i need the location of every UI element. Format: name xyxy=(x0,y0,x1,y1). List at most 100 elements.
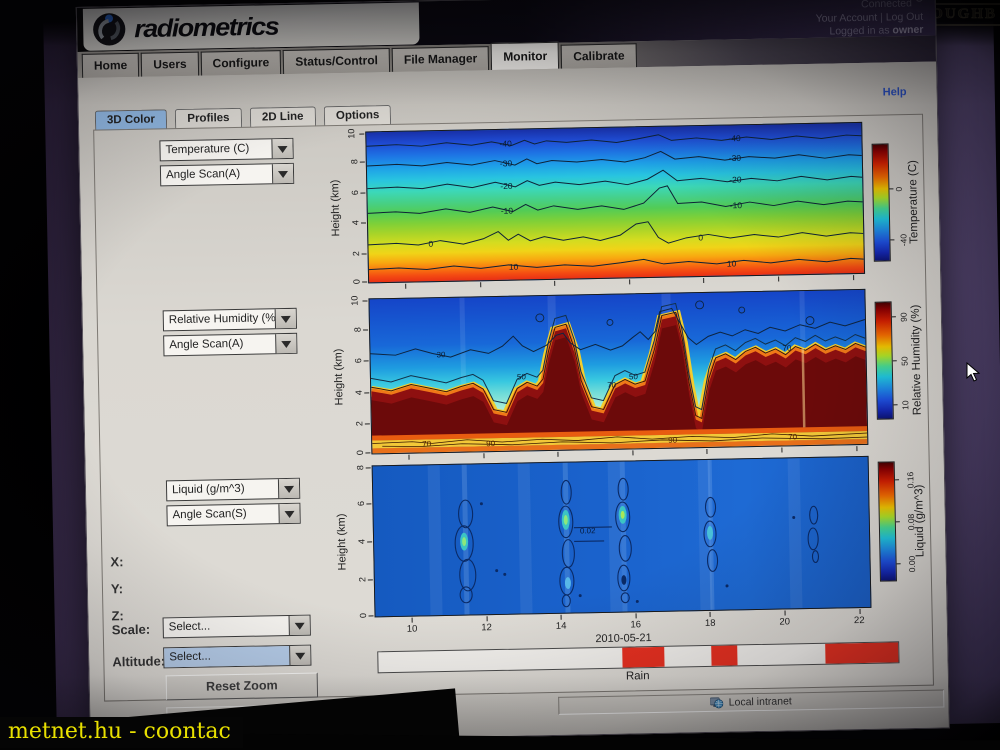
svg-text:50: 50 xyxy=(517,372,527,381)
chevron-down-icon[interactable] xyxy=(271,139,292,158)
select-value: Relative Humidity (%) xyxy=(164,309,275,330)
temperature-colorbar: -400 Temperature (C) xyxy=(872,143,891,261)
svg-text:70: 70 xyxy=(782,344,792,353)
scale-label: Scale: xyxy=(112,622,151,638)
svg-text:0.02: 0.02 xyxy=(580,526,596,535)
select-value: Liquid (g/m^3) xyxy=(167,479,278,500)
svg-text:-40: -40 xyxy=(499,138,512,148)
chevron-down-icon[interactable] xyxy=(275,309,296,328)
svg-text:70: 70 xyxy=(607,381,617,390)
help-link[interactable]: Help xyxy=(883,86,907,98)
liquid-colorbar: 0.000.080.16 Liquid (g/m^3) xyxy=(878,461,897,581)
nav-tab-calibrate[interactable]: Calibrate xyxy=(561,43,637,68)
svg-text:-20: -20 xyxy=(729,175,742,185)
svg-text:50: 50 xyxy=(629,372,639,381)
browser-window: radiometrics Connected Your Account | Lo… xyxy=(76,0,950,745)
nav-tab-home[interactable]: Home xyxy=(82,53,140,78)
subtab-2d-line[interactable]: 2D Line xyxy=(250,106,316,127)
altitude-label: Altitude: xyxy=(112,653,165,669)
account-block: Connected Your Account | Log Out Logged … xyxy=(815,0,923,38)
security-zone-label: Local intranet xyxy=(729,695,792,708)
svg-text:-30: -30 xyxy=(500,158,513,168)
nav-tab-status-control[interactable]: Status/Control xyxy=(283,48,390,74)
monitor-panel: Temperature (C) Angle Scan(A) Relative H… xyxy=(93,114,934,702)
altitude-select[interactable]: Select... xyxy=(163,645,311,669)
connection-status: Connected xyxy=(861,0,912,10)
brand-logo: radiometrics xyxy=(83,2,420,50)
intranet-globe-icon xyxy=(711,697,724,709)
page-body: Help 3D Color Profiles 2D Line Options T… xyxy=(78,61,949,743)
scale-select[interactable]: Select... xyxy=(163,615,311,639)
y-axis-ticks: 0246810 xyxy=(349,131,366,283)
colorbar-title: Temperature (C) xyxy=(907,160,921,244)
nav-tab-users[interactable]: Users xyxy=(141,52,199,77)
scan-select-temperature[interactable]: Angle Scan(A) xyxy=(160,163,294,187)
select-value: Angle Scan(S) xyxy=(167,504,278,525)
colorbar-ticks: 0.000.080.16 xyxy=(894,462,912,580)
svg-text:-20: -20 xyxy=(500,181,513,191)
liquid-chart: Height (km) 02468 xyxy=(372,456,872,618)
logged-in-label: Logged in as xyxy=(829,24,889,37)
humidity-colorbar: 105090 Relative Humidity (%) xyxy=(875,301,894,419)
liquid-heatmap[interactable]: 0.02 xyxy=(372,456,872,618)
subtab-3d-color[interactable]: 3D Color xyxy=(95,109,167,130)
svg-text:90: 90 xyxy=(668,436,678,445)
chevron-down-icon[interactable] xyxy=(272,164,293,183)
chevron-down-icon[interactable] xyxy=(289,646,310,665)
colorbar-ticks: -400 xyxy=(888,144,906,260)
chevron-down-icon[interactable] xyxy=(275,334,296,353)
svg-text:-30: -30 xyxy=(729,153,742,163)
chevron-down-icon[interactable] xyxy=(289,616,310,635)
param-select-humidity[interactable]: Relative Humidity (%) xyxy=(163,308,297,332)
y-coordinate-label: Y: xyxy=(111,581,123,596)
your-account-link[interactable]: Your Account xyxy=(816,11,878,24)
logged-in-user: owner xyxy=(892,23,923,36)
link-separator: | xyxy=(880,11,883,23)
temperature-chart: Height (km) 0246810 xyxy=(365,122,865,284)
colorbar-title: Relative Humidity (%) xyxy=(910,305,924,416)
nav-tab-configure[interactable]: Configure xyxy=(200,50,281,76)
svg-text:0: 0 xyxy=(698,233,703,243)
y-axis-ticks: 02468 xyxy=(356,465,373,617)
y-axis-label: Height (km) xyxy=(329,180,342,237)
photo-of-monitor: TOUGHB radiometrics Connected Your Accou… xyxy=(0,0,1000,750)
nav-tab-monitor[interactable]: Monitor xyxy=(491,42,560,70)
svg-text:70: 70 xyxy=(422,439,432,448)
svg-text:70: 70 xyxy=(788,432,798,441)
param-select-liquid[interactable]: Liquid (g/m^3) xyxy=(166,478,300,502)
brand-wordmark: radiometrics xyxy=(134,12,279,43)
svg-text:10: 10 xyxy=(509,262,519,272)
svg-text:10: 10 xyxy=(727,259,737,269)
log-out-link[interactable]: Log Out xyxy=(886,10,924,23)
y-axis-label: Height (km) xyxy=(332,348,345,405)
chevron-down-icon[interactable] xyxy=(278,504,299,523)
svg-text:-40: -40 xyxy=(728,133,741,143)
select-value: Temperature (C) xyxy=(160,139,271,160)
nav-tab-file-manager[interactable]: File Manager xyxy=(392,46,490,72)
humidity-heatmap[interactable]: 30 50 50 70 70 90 90 70 70 xyxy=(368,289,868,455)
chevron-down-icon[interactable] xyxy=(278,479,299,498)
select-value: Angle Scan(A) xyxy=(161,164,272,185)
temperature-heatmap[interactable]: -40-40 -30-30 -20-20 -10-10 00 1010 xyxy=(365,122,865,284)
svg-text:30: 30 xyxy=(436,350,446,359)
select-value: Angle Scan(A) xyxy=(164,334,275,355)
param-select-temperature[interactable]: Temperature (C) xyxy=(159,138,293,162)
colorbar-ticks: 105090 xyxy=(891,302,909,418)
subtab-profiles[interactable]: Profiles xyxy=(175,108,242,129)
subtab-options[interactable]: Options xyxy=(324,105,392,126)
select-value: Select... xyxy=(164,616,289,637)
radiometrics-logo-icon xyxy=(91,11,128,48)
photo-watermark: metnet.hu - coontac xyxy=(0,717,243,748)
select-value: Select... xyxy=(164,646,289,667)
status-dot-icon xyxy=(916,0,923,2)
reset-zoom-button[interactable]: Reset Zoom xyxy=(166,672,318,700)
svg-text:90: 90 xyxy=(486,439,496,448)
svg-text:-10: -10 xyxy=(501,206,514,216)
y-axis-label: Height (km) xyxy=(336,513,349,570)
z-coordinate-label: Z: xyxy=(111,608,124,623)
mouse-cursor-icon xyxy=(966,362,982,384)
svg-text:0: 0 xyxy=(428,239,433,249)
humidity-chart: Height (km) 0246810 xyxy=(368,289,868,455)
scan-select-humidity[interactable]: Angle Scan(A) xyxy=(163,333,297,357)
scan-select-liquid[interactable]: Angle Scan(S) xyxy=(166,503,300,527)
